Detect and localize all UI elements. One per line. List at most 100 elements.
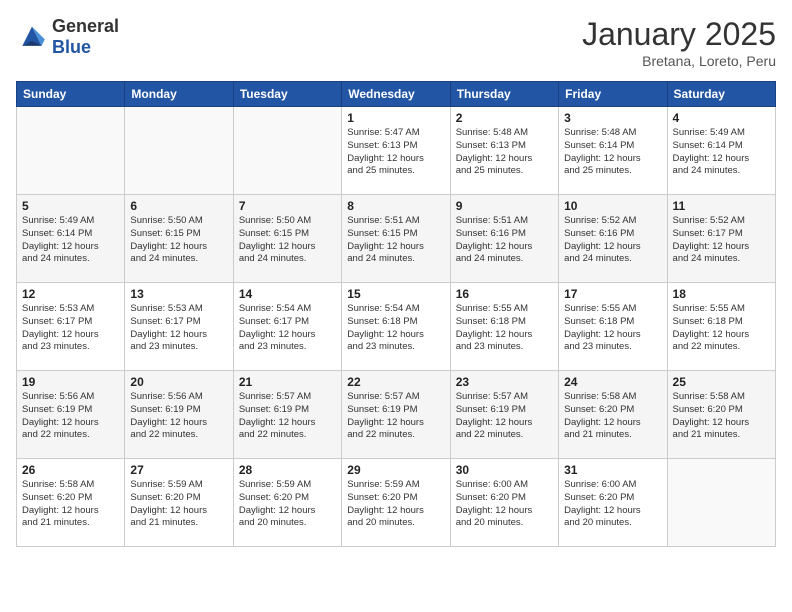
day-number: 14 bbox=[239, 287, 336, 301]
logo-text-general: General bbox=[52, 16, 119, 36]
day-info: Sunrise: 5:58 AM Sunset: 6:20 PM Dayligh… bbox=[22, 479, 119, 530]
day-number: 11 bbox=[673, 199, 770, 213]
day-cell: 31Sunrise: 6:00 AM Sunset: 6:20 PM Dayli… bbox=[559, 459, 667, 547]
logo: General Blue bbox=[16, 16, 119, 58]
calendar-table: Sunday Monday Tuesday Wednesday Thursday… bbox=[16, 81, 776, 547]
day-cell: 16 Sunrise: 5:55 AM Sunset: 6:18 PM Dayli… bbox=[450, 283, 558, 371]
day-info: Sunrise: 5:53 AM Sunset: 6:17 PM Dayligh… bbox=[22, 303, 119, 354]
day-cell: 29 Sunrise: 5:59 AM Sunset: 6:20 PM Dayli… bbox=[342, 459, 450, 547]
day-info: Sunrise: 5:57 AM Sunset: 6:19 PM Dayligh… bbox=[239, 391, 336, 442]
day-cell: 24 Sunrise: 5:58 AM Sunset: 6:20 PM Dayli… bbox=[559, 371, 667, 459]
day-number: 18 bbox=[673, 287, 770, 301]
day-number: 26 bbox=[22, 463, 119, 477]
day-info: Sunrise: 5:56 AM Sunset: 6:19 PM Dayligh… bbox=[22, 391, 119, 442]
day-number: 3 bbox=[564, 111, 661, 125]
day-number: 8 bbox=[347, 199, 444, 213]
day-cell: 21Sunrise: 5:57 AM Sunset: 6:19 PM Dayli… bbox=[233, 371, 341, 459]
day-cell: 10Sunrise: 5:52 AM Sunset: 6:16 PM Dayli… bbox=[559, 195, 667, 283]
day-number: 31 bbox=[564, 463, 661, 477]
week-row-2: 5Sunrise: 5:49 AM Sunset: 6:14 PM Daylig… bbox=[17, 195, 776, 283]
day-cell: 8 Sunrise: 5:51 AM Sunset: 6:15 PM Daylig… bbox=[342, 195, 450, 283]
week-row-1: 1 Sunrise: 5:47 AM Sunset: 6:13 PM Daylig… bbox=[17, 107, 776, 195]
day-cell: 18Sunrise: 5:55 AM Sunset: 6:18 PM Dayli… bbox=[667, 283, 775, 371]
logo-icon bbox=[16, 23, 48, 51]
day-cell: 9Sunrise: 5:51 AM Sunset: 6:16 PM Daylig… bbox=[450, 195, 558, 283]
day-info: Sunrise: 5:58 AM Sunset: 6:20 PM Dayligh… bbox=[673, 391, 770, 442]
day-number: 29 bbox=[347, 463, 444, 477]
col-thursday: Thursday bbox=[450, 82, 558, 107]
day-info: Sunrise: 5:49 AM Sunset: 6:14 PM Dayligh… bbox=[22, 215, 119, 266]
day-cell bbox=[667, 459, 775, 547]
day-info: Sunrise: 5:50 AM Sunset: 6:15 PM Dayligh… bbox=[239, 215, 336, 266]
day-info: Sunrise: 5:59 AM Sunset: 6:20 PM Dayligh… bbox=[239, 479, 336, 530]
day-cell: 2 Sunrise: 5:48 AM Sunset: 6:13 PM Daylig… bbox=[450, 107, 558, 195]
day-info: Sunrise: 5:56 AM Sunset: 6:19 PM Dayligh… bbox=[130, 391, 227, 442]
day-info: Sunrise: 5:47 AM Sunset: 6:13 PM Dayligh… bbox=[347, 127, 444, 178]
day-info: Sunrise: 5:48 AM Sunset: 6:14 PM Dayligh… bbox=[564, 127, 661, 178]
day-number: 13 bbox=[130, 287, 227, 301]
title-block: January 2025 Bretana, Loreto, Peru bbox=[582, 16, 776, 69]
week-row-4: 19Sunrise: 5:56 AM Sunset: 6:19 PM Dayli… bbox=[17, 371, 776, 459]
day-info: Sunrise: 5:53 AM Sunset: 6:17 PM Dayligh… bbox=[130, 303, 227, 354]
day-number: 1 bbox=[347, 111, 444, 125]
day-cell: 14 Sunrise: 5:54 AM Sunset: 6:17 PM Dayli… bbox=[233, 283, 341, 371]
day-info: Sunrise: 5:51 AM Sunset: 6:15 PM Dayligh… bbox=[347, 215, 444, 266]
day-info: Sunrise: 5:48 AM Sunset: 6:13 PM Dayligh… bbox=[456, 127, 553, 178]
day-number: 28 bbox=[239, 463, 336, 477]
day-cell: 28 Sunrise: 5:59 AM Sunset: 6:20 PM Dayli… bbox=[233, 459, 341, 547]
day-cell: 7Sunrise: 5:50 AM Sunset: 6:15 PM Daylig… bbox=[233, 195, 341, 283]
day-number: 27 bbox=[130, 463, 227, 477]
day-number: 15 bbox=[347, 287, 444, 301]
day-number: 25 bbox=[673, 375, 770, 389]
day-number: 4 bbox=[673, 111, 770, 125]
calendar-header-row: Sunday Monday Tuesday Wednesday Thursday… bbox=[17, 82, 776, 107]
day-cell: 11 Sunrise: 5:52 AM Sunset: 6:17 PM Dayli… bbox=[667, 195, 775, 283]
day-info: Sunrise: 5:55 AM Sunset: 6:18 PM Dayligh… bbox=[456, 303, 553, 354]
day-number: 9 bbox=[456, 199, 553, 213]
day-number: 2 bbox=[456, 111, 553, 125]
col-saturday: Saturday bbox=[667, 82, 775, 107]
page-header: General Blue January 2025 Bretana, Loret… bbox=[16, 16, 776, 69]
day-number: 17 bbox=[564, 287, 661, 301]
day-cell: 27 Sunrise: 5:59 AM Sunset: 6:20 PM Dayli… bbox=[125, 459, 233, 547]
day-cell: 12Sunrise: 5:53 AM Sunset: 6:17 PM Dayli… bbox=[17, 283, 125, 371]
day-info: Sunrise: 5:57 AM Sunset: 6:19 PM Dayligh… bbox=[456, 391, 553, 442]
day-cell: 4 Sunrise: 5:49 AM Sunset: 6:14 PM Daylig… bbox=[667, 107, 775, 195]
day-cell: 20 Sunrise: 5:56 AM Sunset: 6:19 PM Dayli… bbox=[125, 371, 233, 459]
day-number: 16 bbox=[456, 287, 553, 301]
day-cell: 6 Sunrise: 5:50 AM Sunset: 6:15 PM Daylig… bbox=[125, 195, 233, 283]
day-info: Sunrise: 5:50 AM Sunset: 6:15 PM Dayligh… bbox=[130, 215, 227, 266]
col-monday: Monday bbox=[125, 82, 233, 107]
logo-text-blue: Blue bbox=[52, 37, 91, 57]
day-cell bbox=[17, 107, 125, 195]
day-cell: 19Sunrise: 5:56 AM Sunset: 6:19 PM Dayli… bbox=[17, 371, 125, 459]
day-cell: 3 Sunrise: 5:48 AM Sunset: 6:14 PM Daylig… bbox=[559, 107, 667, 195]
day-cell: 13 Sunrise: 5:53 AM Sunset: 6:17 PM Dayli… bbox=[125, 283, 233, 371]
day-info: Sunrise: 5:57 AM Sunset: 6:19 PM Dayligh… bbox=[347, 391, 444, 442]
day-number: 24 bbox=[564, 375, 661, 389]
day-info: Sunrise: 6:00 AM Sunset: 6:20 PM Dayligh… bbox=[456, 479, 553, 530]
day-number: 6 bbox=[130, 199, 227, 213]
day-info: Sunrise: 5:54 AM Sunset: 6:17 PM Dayligh… bbox=[239, 303, 336, 354]
day-cell bbox=[233, 107, 341, 195]
day-cell bbox=[125, 107, 233, 195]
day-cell: 26 Sunrise: 5:58 AM Sunset: 6:20 PM Dayli… bbox=[17, 459, 125, 547]
day-info: Sunrise: 5:58 AM Sunset: 6:20 PM Dayligh… bbox=[564, 391, 661, 442]
col-sunday: Sunday bbox=[17, 82, 125, 107]
day-info: Sunrise: 5:49 AM Sunset: 6:14 PM Dayligh… bbox=[673, 127, 770, 178]
day-info: Sunrise: 5:59 AM Sunset: 6:20 PM Dayligh… bbox=[347, 479, 444, 530]
week-row-5: 26 Sunrise: 5:58 AM Sunset: 6:20 PM Dayli… bbox=[17, 459, 776, 547]
day-info: Sunrise: 5:55 AM Sunset: 6:18 PM Dayligh… bbox=[564, 303, 661, 354]
col-tuesday: Tuesday bbox=[233, 82, 341, 107]
day-cell: 25 Sunrise: 5:58 AM Sunset: 6:20 PM Dayli… bbox=[667, 371, 775, 459]
day-info: Sunrise: 5:52 AM Sunset: 6:17 PM Dayligh… bbox=[673, 215, 770, 266]
day-number: 23 bbox=[456, 375, 553, 389]
day-number: 10 bbox=[564, 199, 661, 213]
day-cell: 22Sunrise: 5:57 AM Sunset: 6:19 PM Dayli… bbox=[342, 371, 450, 459]
day-number: 20 bbox=[130, 375, 227, 389]
day-cell: 30Sunrise: 6:00 AM Sunset: 6:20 PM Dayli… bbox=[450, 459, 558, 547]
day-cell: 17 Sunrise: 5:55 AM Sunset: 6:18 PM Dayli… bbox=[559, 283, 667, 371]
day-cell: 15Sunrise: 5:54 AM Sunset: 6:18 PM Dayli… bbox=[342, 283, 450, 371]
day-info: Sunrise: 5:59 AM Sunset: 6:20 PM Dayligh… bbox=[130, 479, 227, 530]
week-row-3: 12Sunrise: 5:53 AM Sunset: 6:17 PM Dayli… bbox=[17, 283, 776, 371]
